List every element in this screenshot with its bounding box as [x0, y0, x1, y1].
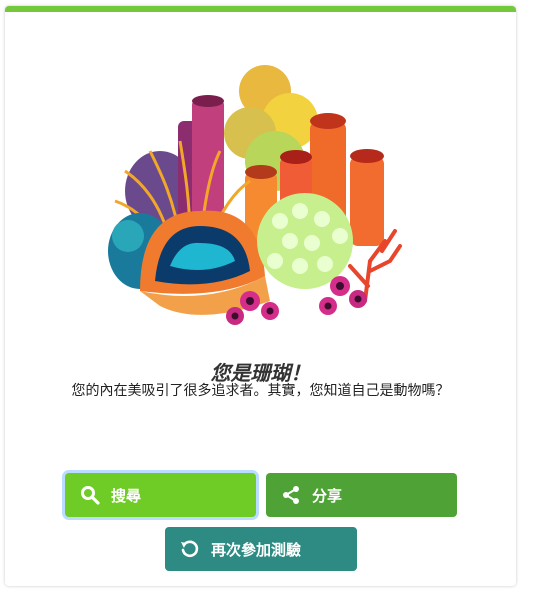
result-description: 您的內在美吸引了很多追求者。其實，您知道自己是動物嗎？ [71, 383, 450, 399]
accent-bar [5, 6, 516, 12]
coral-illustration [108, 65, 402, 325]
search-icon [79, 484, 101, 506]
search-button[interactable]: 搜尋 [65, 473, 256, 517]
share-button[interactable]: 分享 [266, 473, 457, 517]
share-button-label: 分享 [312, 486, 343, 505]
share-icon [280, 484, 302, 506]
retry-quiz-button[interactable]: 再次參加測驗 [165, 527, 357, 571]
result-card: 您是珊瑚！ 您的內在美吸引了很多追求者。其實，您知道自己是動物嗎？ 搜尋 分享 [5, 6, 516, 586]
retry-icon [179, 538, 201, 560]
retry-button-label: 再次參加測驗 [211, 540, 302, 559]
search-button-label: 搜尋 [111, 486, 142, 505]
